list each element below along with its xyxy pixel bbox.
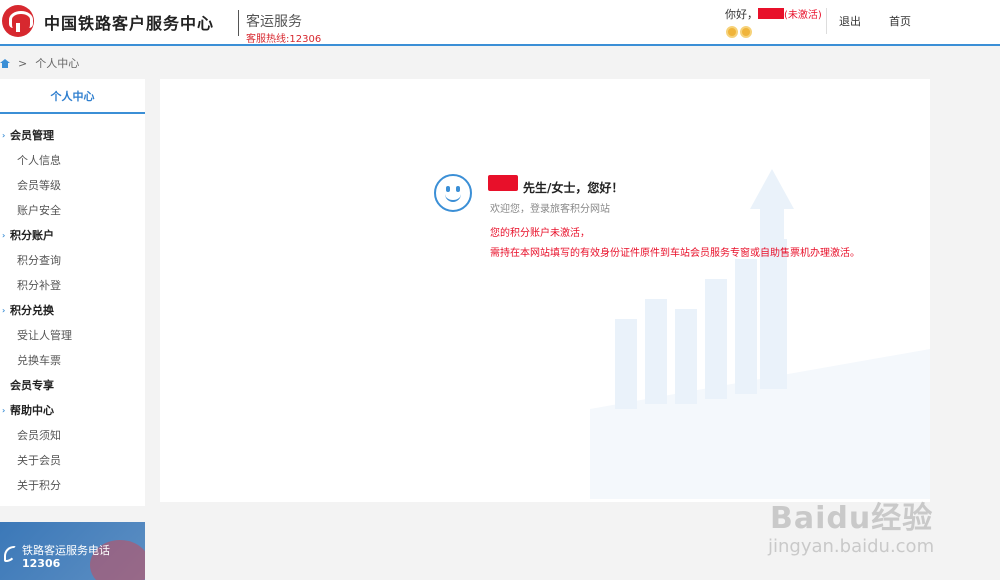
account-status[interactable]: (未激活) <box>784 10 822 21</box>
sidebar-item-about-membership[interactable]: 关于会员 <box>0 448 145 473</box>
hotline-text: 客服热线:12306 <box>246 34 322 45</box>
growth-chart-background-graphic <box>590 169 930 499</box>
activation-instructions: 需持在本网站填写的有效身份证件原件到车站会员服务专窗或自助售票机办理激活。 <box>490 248 860 259</box>
sidebar-item-personal-info[interactable]: 个人信息 <box>0 148 145 173</box>
sidebar: 个人中心 › 会员管理 个人信息 会员等级 账户安全 › 积分账户 积分查询 积分补… <box>0 79 145 506</box>
breadcrumb: > 个人中心 <box>0 55 79 71</box>
home-icon[interactable] <box>0 58 10 68</box>
menu-group-label: 积分兑换 <box>10 304 54 317</box>
service-phone-banner[interactable]: 铁路客运服务电话 12306 <box>0 522 145 580</box>
sidebar-item-member-level[interactable]: 会员等级 <box>0 173 145 198</box>
sidebar-item-points-supplement[interactable]: 积分补登 <box>0 273 145 298</box>
home-link[interactable]: 首页 <box>889 13 911 29</box>
sidebar-title[interactable]: 个人中心 <box>0 79 145 114</box>
sidebar-menu: › 会员管理 个人信息 会员等级 账户安全 › 积分账户 积分查询 积分补登 › 积分… <box>0 114 145 498</box>
user-name-redacted <box>488 175 518 191</box>
sidebar-item-account-security[interactable]: 账户安全 <box>0 198 145 223</box>
main-panel: 先生/女士，您好！ 欢迎您，登录旅客积分网站 您的积分账户未激活， 需持在本网站… <box>160 79 930 502</box>
username-redacted <box>758 8 784 19</box>
welcome-title: 先生/女士，您好！ <box>523 181 624 195</box>
header-divider <box>238 10 239 36</box>
baidu-jingyan-watermark: Baidu经验 <box>770 501 934 536</box>
banner-phone-number: 12306 <box>22 557 61 570</box>
inactive-notice: 您的积分账户未激活， <box>490 228 590 239</box>
top-header: 中国铁路客户服务中心 客运服务 客服热线:12306 你好， (未激活) 退出 首… <box>0 0 1000 46</box>
phone-icon <box>4 546 16 562</box>
greeting-prefix: 你好， <box>725 8 758 21</box>
medal-icon <box>726 26 738 38</box>
breadcrumb-separator: > <box>18 56 28 70</box>
user-greeting: 你好， (未激活) <box>725 6 822 22</box>
caret-right-icon: › <box>2 131 6 140</box>
menu-group-label: 会员专享 <box>10 379 54 392</box>
menu-group-help-center[interactable]: › 帮助中心 <box>0 398 145 423</box>
menu-group-label: 帮助中心 <box>10 404 54 417</box>
sidebar-item-points-query[interactable]: 积分查询 <box>0 248 145 273</box>
breadcrumb-current: 个人中心 <box>35 57 80 70</box>
header-separator <box>826 8 827 34</box>
welcome-subtitle: 欢迎您，登录旅客积分网站 <box>490 204 610 215</box>
menu-group-member-management[interactable]: › 会员管理 <box>0 123 145 148</box>
caret-right-icon: › <box>2 231 6 240</box>
member-medals <box>726 23 754 42</box>
watermark-url: jingyan.baidu.com <box>768 536 935 557</box>
sidebar-item-member-notice[interactable]: 会员须知 <box>0 423 145 448</box>
menu-group-points-account[interactable]: › 积分账户 <box>0 223 145 248</box>
service-title: 客运服务 <box>246 14 302 30</box>
smiley-face-icon <box>434 174 472 212</box>
caret-right-icon: › <box>2 306 6 315</box>
site-name: 中国铁路客户服务中心 <box>44 14 215 33</box>
smiley-mouth <box>445 190 461 202</box>
menu-group-points-exchange[interactable]: › 积分兑换 <box>0 298 145 323</box>
medal-icon <box>740 26 752 38</box>
banner-title: 铁路客运服务电话 <box>22 544 110 557</box>
menu-group-label: 积分账户 <box>10 229 54 242</box>
railway-logo-icon[interactable] <box>2 5 34 37</box>
sidebar-item-assignee-management[interactable]: 受让人管理 <box>0 323 145 348</box>
logout-link[interactable]: 退出 <box>839 13 861 29</box>
sidebar-item-about-points[interactable]: 关于积分 <box>0 473 145 498</box>
menu-group-member-exclusive[interactable]: 会员专享 <box>0 373 145 398</box>
caret-right-icon: › <box>2 406 6 415</box>
menu-group-label: 会员管理 <box>10 129 54 142</box>
sidebar-item-exchange-tickets[interactable]: 兑换车票 <box>0 348 145 373</box>
